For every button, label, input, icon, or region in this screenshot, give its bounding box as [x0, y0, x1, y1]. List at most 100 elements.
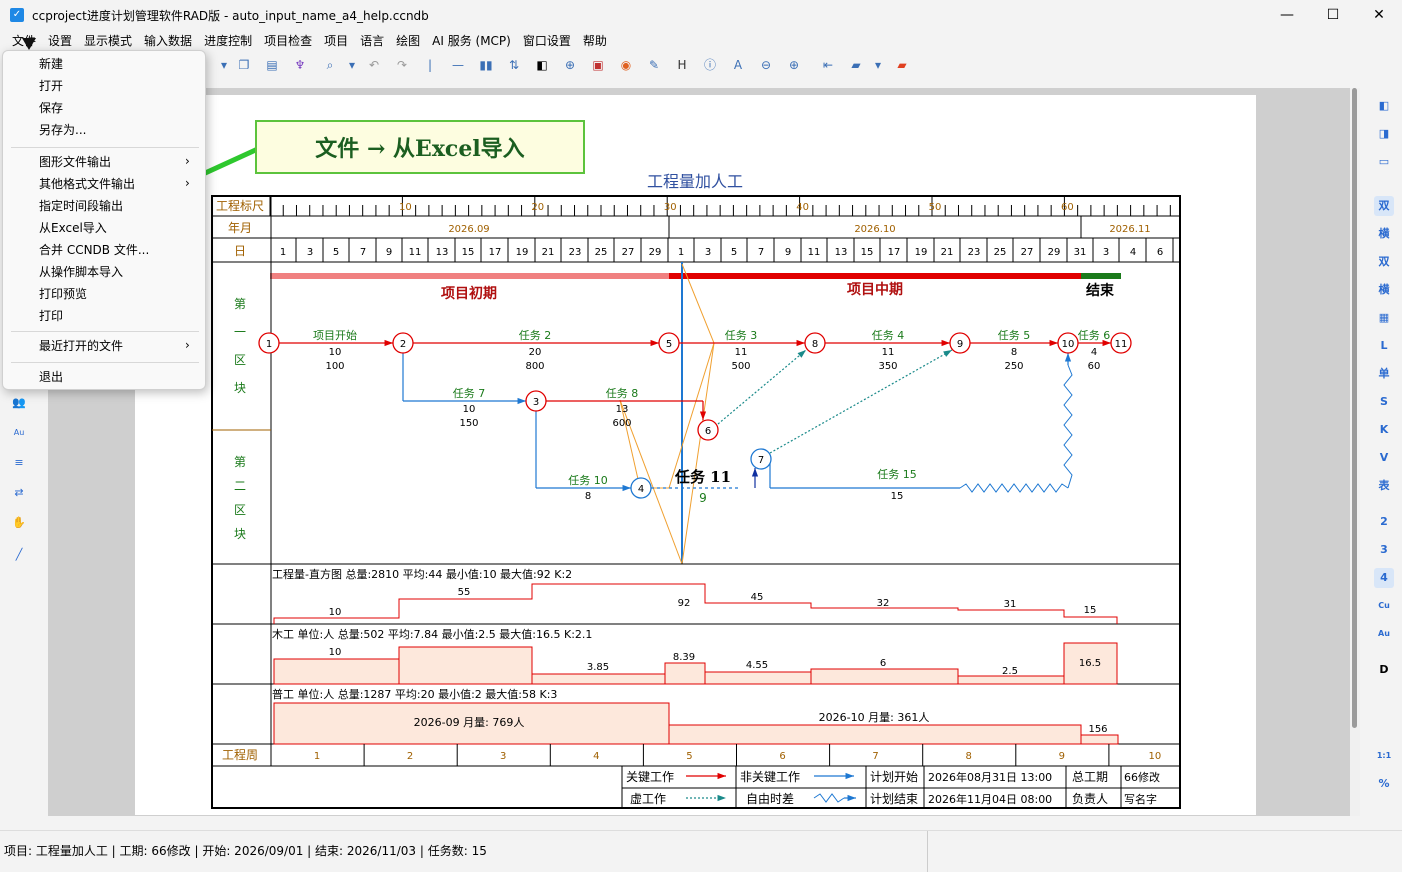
task-quantity: 150 [459, 418, 478, 429]
task-quantity: 100 [325, 361, 344, 372]
week-tick-label: 6 [779, 751, 785, 762]
month-label: 2026.09 [448, 224, 489, 235]
week-tick-label: 7 [872, 751, 878, 762]
progress-line [681, 263, 715, 565]
histogram-value: 10 [329, 607, 342, 618]
annotation-callout: 文件 → 从Excel导入 [255, 120, 585, 174]
task-quantity: 500 [731, 361, 750, 372]
task-quantity: 60 [1088, 361, 1101, 372]
phase-label: 项目初期 [441, 285, 497, 302]
histogram-bar [273, 658, 400, 685]
histogram-value: 16.5 [1079, 658, 1101, 669]
file-menu-item[interactable]: 打印 [39, 308, 63, 324]
histogram-value: 15 [1084, 605, 1097, 616]
task-duration: 8 [585, 491, 591, 502]
day-tick-label: 25 [595, 247, 608, 258]
arrowhead-icon [717, 794, 726, 802]
task-duration: 10 [463, 404, 476, 415]
day-tick-label: 13 [436, 247, 449, 258]
histogram-value: 156 [1088, 724, 1107, 735]
arrowhead-icon [699, 411, 707, 420]
node-label: 9 [957, 339, 963, 350]
day-tick-label: 6 [1157, 247, 1163, 258]
day-tick-label: 7 [758, 247, 764, 258]
legend-label: 计划结束 [870, 792, 918, 806]
task-quantity: 800 [525, 361, 544, 372]
legend-value: 66修改 [1124, 770, 1160, 784]
day-tick-label: 3 [705, 247, 711, 258]
task-duration: 8 [1011, 347, 1017, 358]
histogram-value: 32 [877, 598, 890, 609]
task-duration: 10 [329, 347, 342, 358]
task-duration: 20 [529, 347, 542, 358]
task-name: 任务 4 [872, 329, 905, 342]
file-menu-item[interactable]: 从操作脚本导入 [39, 264, 123, 280]
status-divider [927, 831, 928, 872]
ruler-tick-label: 20 [531, 202, 544, 213]
node-label: 11 [1115, 339, 1128, 350]
status-text: 项目: 工程量加人工 | 工期: 66修改 | 开始: 2026/09/01 |… [4, 844, 487, 858]
week-tick-label: 3 [500, 751, 506, 762]
file-menu-item[interactable]: 合并 CCNDB 文件... [39, 242, 149, 258]
task-name: 任务 11 [674, 468, 731, 486]
file-menu-item[interactable]: 保存 [39, 100, 63, 116]
file-menu-item[interactable]: 另存为... [39, 122, 86, 138]
arrowhead-icon [751, 468, 759, 477]
task-name: 任务 7 [453, 387, 486, 400]
block-label: 一 [234, 325, 246, 339]
phase-bar [270, 273, 669, 279]
file-menu-item[interactable]: 打印预览 [39, 286, 87, 302]
week-tick-label: 8 [966, 751, 972, 762]
legend-label: 计划开始 [870, 770, 918, 784]
arrowhead-icon [517, 397, 526, 405]
node-label: 2 [400, 339, 406, 350]
day-tick-label: 23 [968, 247, 981, 258]
histogram-value: 2026-09 月量: 769人 [414, 716, 525, 729]
histogram-label: 木工 单位:人 总量:502 平均:7.84 最小值:2.5 最大值:16.5 … [272, 627, 592, 641]
file-menu-item[interactable]: 最近打开的文件 [39, 338, 123, 354]
day-tick-label: 1 [280, 247, 286, 258]
file-menu-item[interactable]: 其他格式文件输出 [39, 176, 135, 192]
week-label: 工程周 [222, 747, 258, 762]
block-label: 第 [234, 297, 246, 311]
day-tick-label: 25 [994, 247, 1007, 258]
phase-label: 结束 [1086, 282, 1115, 299]
month-label: 2026.10 [854, 224, 895, 235]
file-menu-item[interactable]: 打开 [39, 78, 63, 94]
file-menu-item[interactable]: 指定时间段输出 [39, 198, 123, 214]
arrowhead-icon [384, 339, 393, 347]
file-menu-dropdown: 新建 打开 保存 另存为... 图形文件输出 › 其他格式文件输出 › 指定时间段输出 从Exce… [2, 50, 206, 390]
histogram-label: 普工 单位:人 总量:1287 平均:20 最小值:2 最大值:58 K:3 [272, 687, 557, 701]
node-label: 6 [705, 426, 711, 437]
day-tick-label: 19 [516, 247, 529, 258]
file-menu-item[interactable]: 退出 [39, 369, 63, 385]
histogram-bar [1080, 734, 1119, 745]
float-line [1063, 364, 1073, 489]
task-name: 任务 15 [877, 468, 917, 481]
task-duration: 11 [735, 347, 748, 358]
legend-label: 自由时差 [746, 792, 794, 806]
month-label: 年月 [228, 221, 252, 235]
task-name: 项目开始 [313, 328, 357, 342]
histogram-value: 10 [329, 647, 342, 658]
day-tick-label: 31 [1074, 247, 1087, 258]
arrowhead-icon [650, 339, 659, 347]
app-window: ✓ ccproject进度计划管理软件RAD版 - auto_input_nam… [0, 0, 1402, 872]
histogram-value: 45 [751, 592, 764, 603]
file-menu-item[interactable]: 新建 [39, 56, 63, 72]
file-menu-item[interactable]: 从Excel导入 [39, 220, 107, 236]
legend-value: 写名字 [1124, 792, 1157, 806]
histogram-bar [957, 675, 1065, 685]
block-label: 区 [234, 503, 246, 517]
arrowhead-icon [847, 794, 856, 802]
day-tick-label: 9 [785, 247, 791, 258]
node-label: 10 [1062, 339, 1075, 350]
node-label: 4 [638, 484, 644, 495]
day-tick-label: 17 [489, 247, 502, 258]
file-menu-item[interactable]: 图形文件输出 [39, 154, 111, 170]
submenu-arrow-icon: › [185, 176, 190, 190]
day-tick-label: 19 [915, 247, 928, 258]
node-label: 5 [666, 339, 672, 350]
histogram-bar [664, 662, 706, 685]
ruler-tick-label: 30 [664, 202, 677, 213]
